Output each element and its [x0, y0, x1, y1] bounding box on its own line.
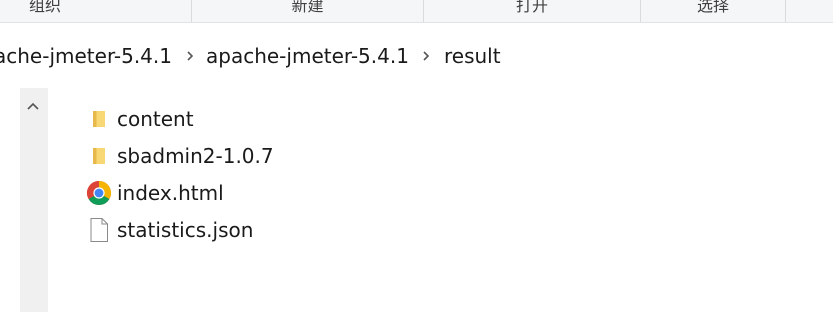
ribbon-group-organize-label: 组织	[28, 0, 61, 15]
list-item[interactable]: index.html	[84, 174, 584, 211]
ribbon-group-new[interactable]: 新建	[192, 0, 423, 22]
chevron-right-icon[interactable]	[183, 46, 197, 66]
list-item[interactable]: sbadmin2-1.0.7	[84, 137, 584, 174]
chevron-right-icon[interactable]	[419, 46, 433, 66]
file-name: statistics.json	[117, 217, 254, 242]
file-list: content sbadmin2-1.0.7 index.html statis…	[84, 100, 584, 248]
ribbon-divider	[785, 0, 786, 22]
chrome-icon	[84, 178, 114, 208]
file-icon	[84, 215, 114, 245]
ribbon-group-organize[interactable]: 组织	[0, 0, 90, 22]
list-item[interactable]: statistics.json	[84, 211, 584, 248]
ribbon-group-select[interactable]: 选择	[641, 0, 785, 22]
pane-divider	[47, 88, 48, 312]
ribbon-group-labels: 组织 新建 打开 选择	[0, 0, 833, 23]
ribbon-group-new-label: 新建	[291, 0, 324, 15]
folder-icon	[84, 141, 114, 171]
navigation-pane[interactable]	[20, 88, 47, 312]
scroll-up-icon[interactable]	[22, 96, 44, 118]
folder-icon	[84, 104, 114, 134]
breadcrumb-item[interactable]: result	[444, 44, 501, 68]
address-bar[interactable]: ache-jmeter-5.4.1 apache-jmeter-5.4.1 re…	[0, 32, 833, 80]
ribbon-group-open[interactable]: 打开	[424, 0, 640, 22]
list-item[interactable]: content	[84, 100, 584, 137]
breadcrumb-item[interactable]: ache-jmeter-5.4.1	[0, 44, 172, 68]
file-name: sbadmin2-1.0.7	[117, 143, 274, 168]
file-name: content	[117, 106, 194, 131]
ribbon-group-open-label: 打开	[515, 0, 548, 15]
ribbon-group-select-label: 选择	[696, 0, 729, 15]
breadcrumb-item[interactable]: apache-jmeter-5.4.1	[206, 44, 409, 68]
file-name: index.html	[117, 180, 224, 205]
